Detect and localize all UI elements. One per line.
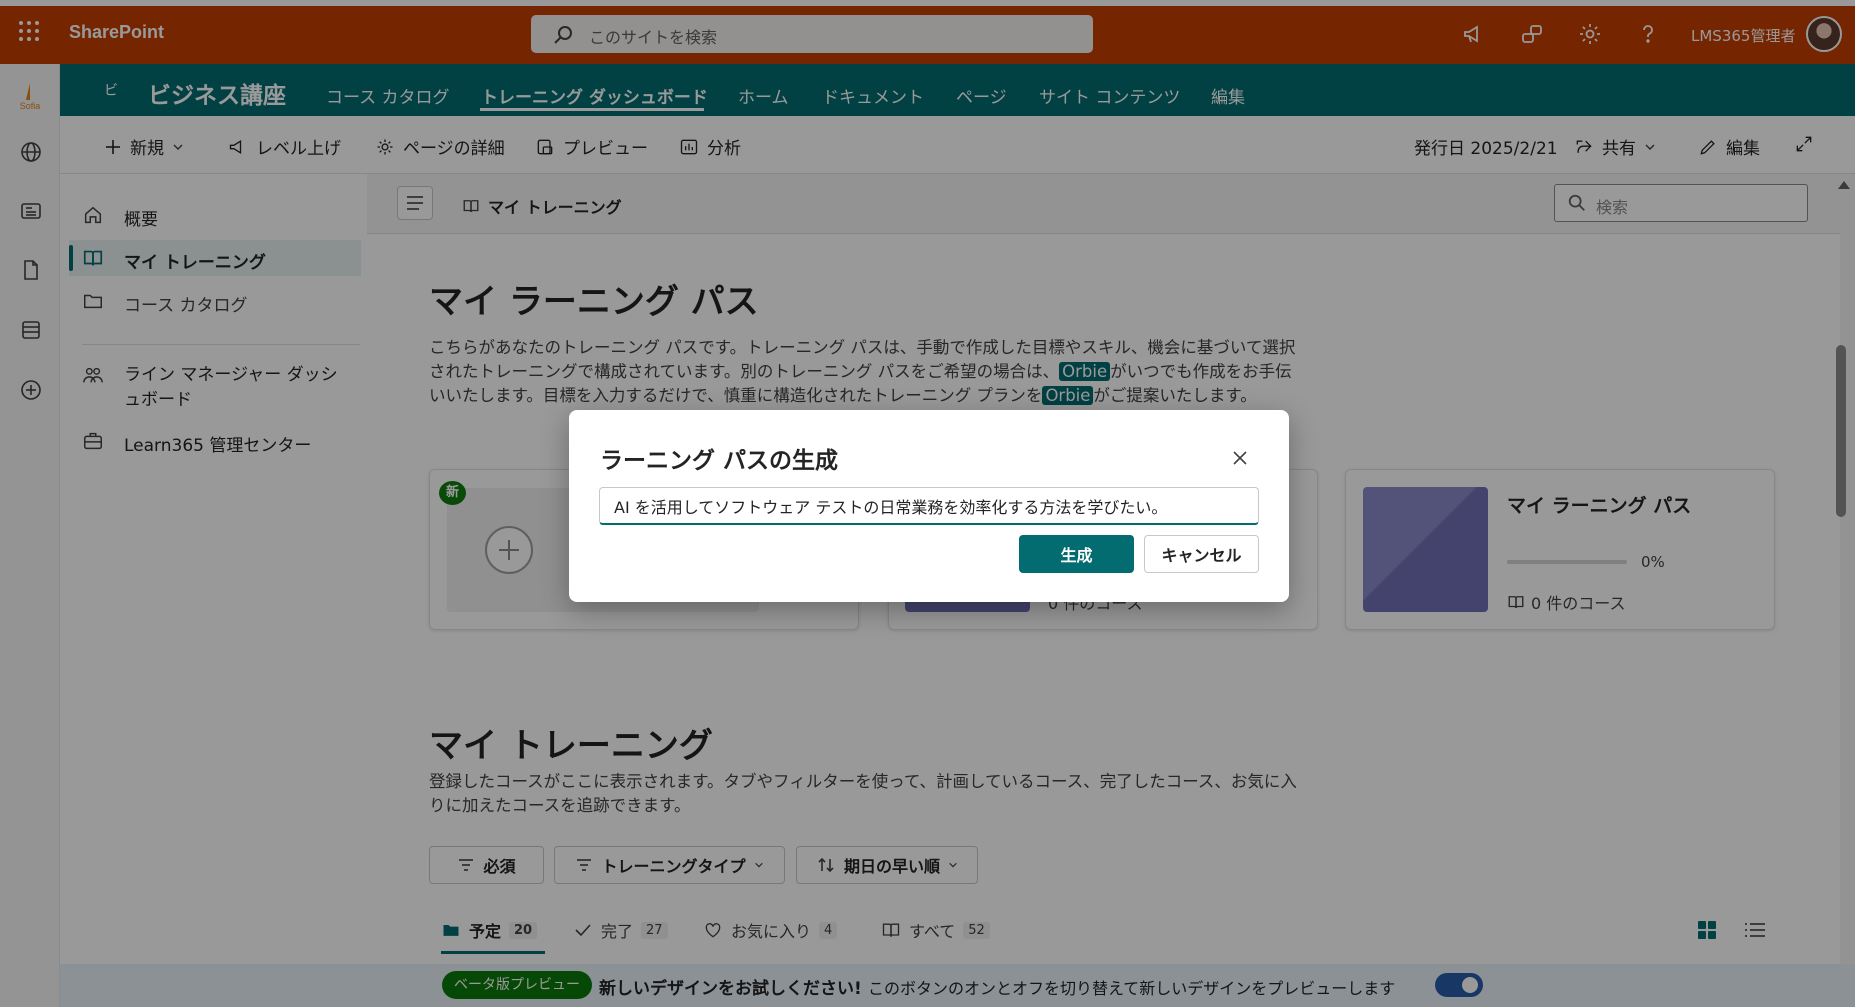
dialog-title: ラーニング パスの生成	[600, 448, 839, 474]
cancel-button[interactable]: キャンセル	[1144, 535, 1259, 573]
close-icon[interactable]	[1229, 447, 1251, 469]
generate-button[interactable]: 生成	[1019, 535, 1134, 573]
learning-goal-input[interactable]	[599, 487, 1259, 525]
